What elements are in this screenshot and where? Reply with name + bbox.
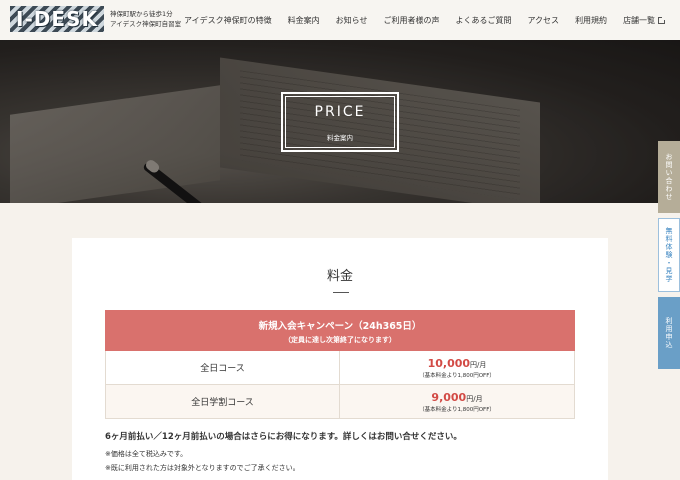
plan-price-line: 10,000円/月 bbox=[428, 357, 487, 370]
logo-text: I-DESK bbox=[16, 7, 98, 31]
campaign-header: 新規入会キャンペーン（24h365日） （定員に達し次第終了になります） bbox=[105, 310, 575, 351]
plan-name: 全日コース bbox=[105, 351, 340, 384]
plan-price-line: 9,000円/月 bbox=[431, 391, 482, 404]
plan-price-unit: 円/月 bbox=[466, 394, 483, 403]
campaign-note: （定員に達し次第終了になります） bbox=[284, 336, 396, 344]
title-underline bbox=[333, 292, 349, 293]
nav-voices[interactable]: ご利用者様の声 bbox=[383, 15, 439, 26]
hero-title: PRICE bbox=[314, 104, 366, 120]
side-tab-apply[interactable]: 利用申込 bbox=[658, 297, 680, 369]
plan-price: 10,000 bbox=[427, 356, 471, 370]
nav-news[interactable]: お知らせ bbox=[336, 15, 368, 26]
hero-title-badge: PRICE 料金案内 bbox=[281, 92, 399, 152]
site-header: I-DESK 神保町駅から徒歩1分 アイデスク神保町自習室 アイデスク神保町の特… bbox=[0, 0, 680, 40]
tagline-line2: アイデスク神保町自習室 bbox=[110, 20, 182, 28]
hero-banner: PRICE 料金案内 bbox=[0, 40, 680, 203]
campaign-title: 新規入会キャンペーン（24h365日） bbox=[258, 321, 422, 332]
side-tab-trial[interactable]: 無料体験・見学 bbox=[658, 218, 680, 292]
table-row: 全日コース 10,000円/月 （基本料金より1,800円OFF） bbox=[105, 351, 575, 385]
nav-stores-label: 店舗一覧 bbox=[623, 15, 656, 25]
plan-price-cell: 10,000円/月 （基本料金より1,800円OFF） bbox=[340, 351, 575, 384]
section-title: 料金 bbox=[326, 269, 353, 284]
plan-price-cell: 9,000円/月 （基本料金より1,800円OFF） bbox=[340, 385, 575, 418]
hero-subtitle: 料金案内 bbox=[327, 134, 353, 142]
nav-features[interactable]: アイデスク神保町の特徴 bbox=[184, 15, 272, 26]
plan-price: 9,000 bbox=[431, 390, 467, 404]
plan-price-unit: 円/月 bbox=[470, 360, 487, 369]
side-tab-contact[interactable]: お問い合わせ bbox=[658, 141, 680, 213]
plan-name: 全日学割コース bbox=[105, 385, 340, 418]
tagline-line1: 神保町駅から徒歩1分 bbox=[110, 10, 173, 18]
pricing-card: 料金 新規入会キャンペーン（24h365日） （定員に達し次第終了になります） … bbox=[72, 238, 608, 480]
site-tagline: 神保町駅から徒歩1分 アイデスク神保町自習室 bbox=[110, 9, 181, 29]
nav-faq[interactable]: よくあるご質問 bbox=[455, 15, 511, 26]
plan-price-note: （基本料金より1,800円OFF） bbox=[419, 372, 495, 379]
note-tax: ※価格は全て税込みです。 bbox=[105, 450, 188, 458]
nav-terms[interactable]: 利用規約 bbox=[575, 15, 607, 26]
site-logo[interactable]: I-DESK bbox=[10, 6, 104, 32]
prepay-lead-text: 6ヶ月前払い／12ヶ月前払いの場合はさらにお得になります。詳しくはお問い合せくだ… bbox=[105, 432, 462, 442]
note-existing-users: ※既に利用された方は対象外となりますのでご了承ください。 bbox=[105, 464, 300, 472]
external-link-icon bbox=[658, 15, 667, 24]
main-nav: アイデスク神保町の特徴 料金案内 お知らせ ご利用者様の声 よくあるご質問 アク… bbox=[184, 0, 667, 40]
pricing-table: 新規入会キャンペーン（24h365日） （定員に達し次第終了になります） 全日コ… bbox=[105, 310, 575, 419]
nav-stores[interactable]: 店舗一覧 bbox=[623, 15, 667, 26]
nav-pricing[interactable]: 料金案内 bbox=[288, 15, 320, 26]
plan-price-note: （基本料金より1,800円OFF） bbox=[419, 406, 495, 413]
table-row: 全日学割コース 9,000円/月 （基本料金より1,800円OFF） bbox=[105, 385, 575, 419]
nav-access[interactable]: アクセス bbox=[527, 15, 559, 26]
